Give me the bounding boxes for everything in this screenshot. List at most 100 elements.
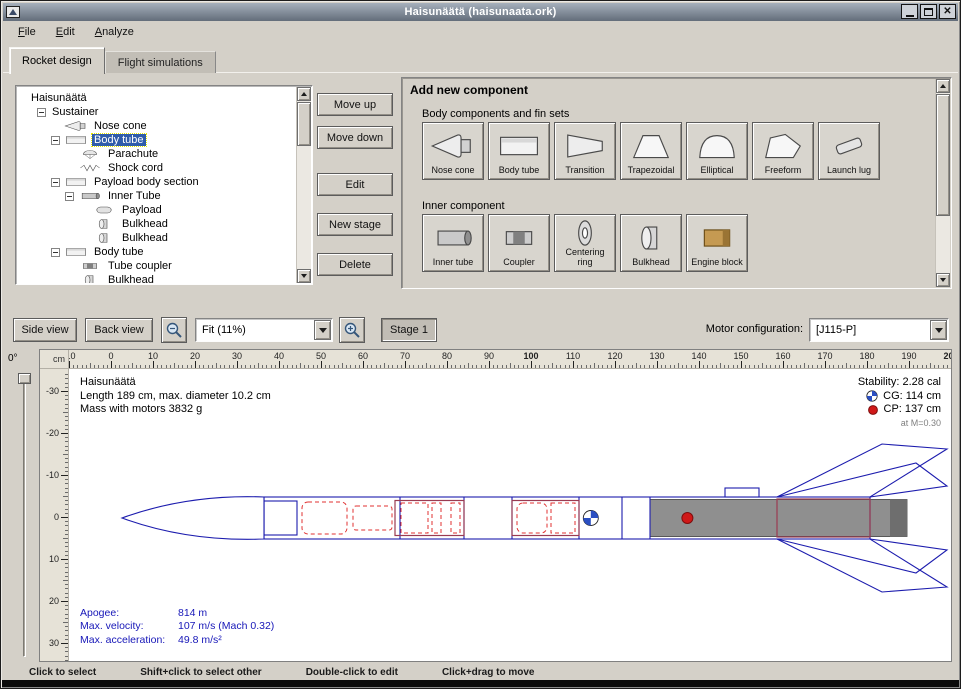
palette-button-body-tube[interactable]: Body tube [488,122,550,180]
h-ruler-label: -10 [69,351,81,361]
motor-configuration-label: Motor configuration: [706,323,803,335]
scroll-down-button[interactable] [297,269,311,283]
v-ruler-label: -20 [46,428,59,438]
h-ruler-label: 20 [183,351,207,361]
button-move-up[interactable]: Move up [317,93,393,116]
scrollbar-thumb[interactable] [297,102,311,146]
tree-item-payload[interactable]: Payload [17,203,296,217]
tree-item-bulkhead[interactable]: Bulkhead [17,231,296,245]
coupler-icon [496,223,542,253]
bulkhead-icon [92,232,116,244]
scroll-up-button[interactable] [297,87,311,101]
tree-expander-icon[interactable] [65,192,74,201]
palette-button-transition[interactable]: Transition [554,122,616,180]
zoom-out-button[interactable] [161,317,187,343]
figure-length-line: Length 189 cm, max. diameter 10.2 cm [80,390,271,404]
tree-item-nose-cone[interactable]: Nose cone [17,119,296,133]
tree-item-inner-tube[interactable]: Inner Tube [17,189,296,203]
menu-item-edit[interactable]: Edit [47,23,84,41]
palette-button-inner-tube[interactable]: Inner tube [422,214,484,272]
palette-button-centering-ring[interactable]: Centering ring [554,214,616,272]
slider-thumb[interactable] [18,373,31,384]
tree-expander-icon[interactable] [51,136,60,145]
window-resize-strip [2,680,959,687]
nose-cone-shape [122,497,264,540]
scroll-down-button[interactable] [936,273,950,287]
scrollbar-thumb[interactable] [936,94,950,216]
close-button[interactable]: ✕ [939,4,956,19]
status-bar: Click to selectShift+click to select oth… [3,664,958,681]
button-new-stage[interactable]: New stage [317,213,393,236]
zoom-in-button[interactable] [339,317,365,343]
tree-expander-icon[interactable] [51,178,60,187]
tree-item-bulkhead[interactable]: Bulkhead [17,273,296,283]
window-controls: ✕ [901,4,956,19]
tree-item-parachute[interactable]: Parachute [17,147,296,161]
tab-rocket-design[interactable]: Rocket design [9,47,105,74]
minimize-button[interactable] [901,4,918,19]
palette-button-freeform[interactable]: Freeform [752,122,814,180]
back-view-button[interactable]: Back view [85,318,153,342]
menu-item-analyze[interactable]: Analyze [86,23,143,41]
cg-text: CG: 114 cm [883,390,941,404]
tree-item-tube-coupler[interactable]: Tube coupler [17,259,296,273]
side-view-button[interactable]: Side view [13,318,77,342]
tree-scrollbar[interactable] [296,87,311,283]
cp-icon [867,404,879,416]
v-ruler-label: -30 [46,386,59,396]
stage-1-toggle[interactable]: Stage 1 [381,318,437,342]
maximize-icon [924,8,933,16]
application-window: Haisunäätä (haisunaata.ork) ✕ FileEditAn… [0,0,961,689]
h-ruler-label: 100 [519,351,543,361]
tab-flight-simulations[interactable]: Flight simulations [105,51,216,73]
palette-button-launch-lug[interactable]: Launch lug [818,122,880,180]
palette-scrollbar[interactable] [935,79,950,287]
rotation-slider[interactable] [18,373,31,657]
figure-info: Haisunäätä Length 189 cm, max. diameter … [80,376,271,417]
motor-configuration-combo[interactable]: [J115-P] [809,318,949,342]
button-delete[interactable]: Delete [317,253,393,276]
h-ruler-label: 180 [855,351,879,361]
launch-lug-icon [826,131,872,161]
palette-button-bulkhead[interactable]: Bulkhead [620,214,682,272]
component-tree[interactable]: HaisunäätäSustainerNose coneBody tubePar… [15,85,313,285]
zoom-level-combo[interactable]: Fit (11%) [195,318,333,342]
minimize-icon [906,15,914,17]
button-move-down[interactable]: Move down [317,126,393,149]
palette-button-engine-block[interactable]: Engine block [686,214,748,272]
palette-button-trapezoidal[interactable]: Trapezoidal [620,122,682,180]
tree-item-body-tube[interactable]: Body tube [17,245,296,259]
palette-button-label: Engine block [689,258,745,271]
palette-button-elliptical[interactable]: Elliptical [686,122,748,180]
maximize-button[interactable] [920,4,937,19]
body-tube-icon [496,131,542,161]
tree-item-bulkhead[interactable]: Bulkhead [17,217,296,231]
chevron-down-icon[interactable] [930,320,947,340]
add-component-panel: Add new component Body components and fi… [401,77,952,289]
tree-expander-icon[interactable] [51,248,60,257]
tree-item-haisun-t[interactable]: Haisunäätä [17,91,296,105]
v-ruler-label: 20 [49,596,59,606]
palette-button-nose-cone[interactable]: Nose cone [422,122,484,180]
button-edit[interactable]: Edit [317,173,393,196]
tree-expander-icon[interactable] [37,108,46,117]
rocket-figure-canvas[interactable]: Haisunäätä Length 189 cm, max. diameter … [70,370,951,661]
arrow-down-icon [940,278,946,282]
flight-stat-value: 107 m/s (Mach 0.32) [178,620,274,632]
ruler-unit: cm [40,350,69,369]
shock-cord-icon [78,162,102,174]
tree-item-body-tube[interactable]: Body tube [17,133,296,147]
window-titlebar[interactable]: Haisunäätä (haisunaata.ork) ✕ [3,3,958,21]
palette-button-coupler[interactable]: Coupler [488,214,550,272]
menu-item-file[interactable]: File [9,23,45,41]
tree-item-payload-body-section[interactable]: Payload body section [17,175,296,189]
bulkhead-icon [78,274,102,283]
scroll-up-button[interactable] [936,79,950,93]
status-hint: Click to select [29,667,96,678]
chevron-down-icon[interactable] [314,320,331,340]
tree-item-sustainer[interactable]: Sustainer [17,105,296,119]
palette-button-label: Launch lug [825,166,873,179]
tree-item-label: Haisunäätä [29,92,89,104]
tree-item-shock-cord[interactable]: Shock cord [17,161,296,175]
palette-button-label: Trapezoidal [626,166,677,179]
